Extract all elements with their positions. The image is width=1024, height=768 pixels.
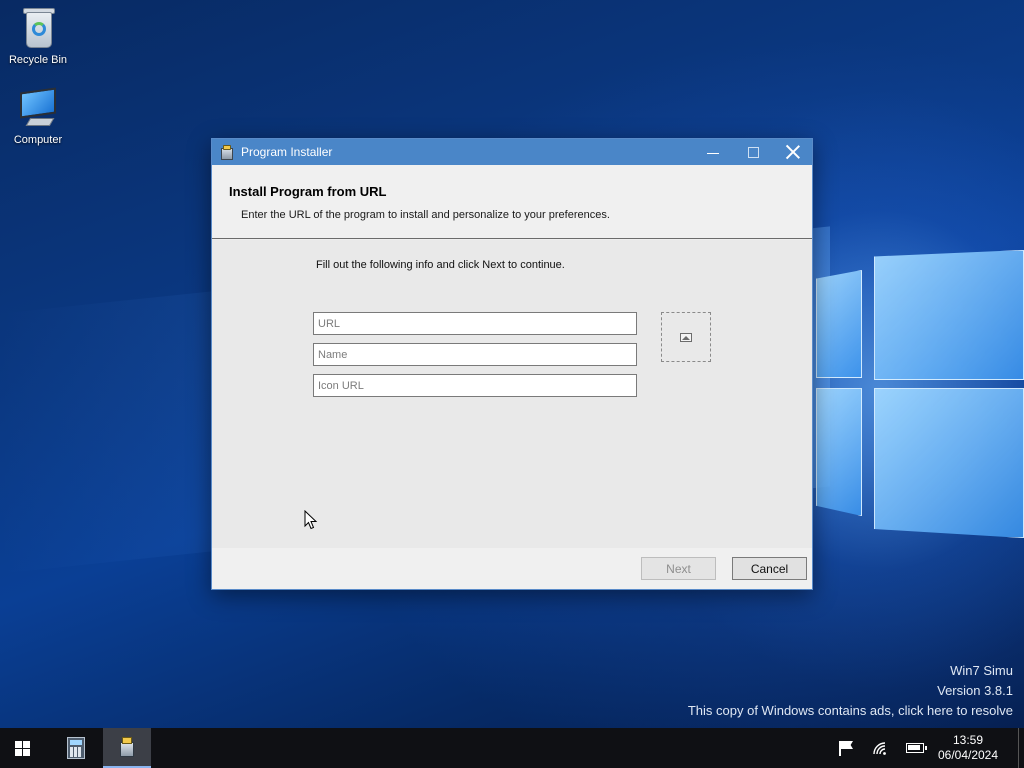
icon-url-input[interactable]	[314, 375, 636, 396]
watermark-version: Version 3.8.1	[937, 683, 1013, 698]
installer-icon	[220, 144, 234, 160]
program-installer-window: Program Installer Install Program from U…	[211, 138, 813, 590]
url-input[interactable]	[314, 313, 636, 334]
name-field[interactable]	[313, 343, 637, 366]
next-button[interactable]: Next	[641, 557, 716, 580]
close-button[interactable]	[773, 139, 813, 165]
window-title: Program Installer	[241, 145, 333, 159]
window-titlebar[interactable]: Program Installer	[212, 139, 812, 165]
image-placeholder-icon	[680, 332, 692, 342]
wallpaper-logo-pane	[874, 388, 1024, 538]
windows-start-icon	[14, 740, 30, 756]
taskbar-app-calculator[interactable]	[52, 728, 100, 768]
desktop-icon-recycle-bin[interactable]: Recycle Bin	[0, 6, 76, 66]
taskbar-app-program-installer[interactable]	[103, 728, 151, 768]
show-desktop-button[interactable]	[1018, 728, 1024, 768]
wizard-title: Install Program from URL	[229, 184, 387, 199]
wizard-subtitle: Enter the URL of the program to install …	[241, 209, 610, 221]
clock-time: 13:59	[952, 733, 984, 747]
icon-preview-box[interactable]	[661, 312, 711, 362]
close-icon	[786, 145, 800, 159]
maximize-icon	[747, 146, 759, 158]
name-input[interactable]	[314, 344, 636, 365]
battery-icon	[906, 743, 927, 753]
desktop-icon-label: Computer	[13, 134, 63, 146]
taskbar-clock[interactable]: 13:59 06/04/2024	[928, 728, 1008, 768]
wallpaper-logo-pane	[816, 388, 862, 516]
wifi-icon	[873, 742, 886, 755]
taskbar: 13:59 06/04/2024	[0, 728, 1024, 768]
tray-network[interactable]	[868, 728, 892, 768]
wallpaper-logo-pane	[874, 250, 1024, 380]
watermark-notice[interactable]: This copy of Windows contains ads, click…	[688, 701, 1013, 721]
minimize-icon	[707, 152, 719, 154]
desktop-icon-computer[interactable]: Computer	[0, 86, 76, 146]
installer-icon	[118, 736, 136, 758]
tray-action-center[interactable]	[834, 728, 858, 768]
clock-date: 06/04/2024	[937, 748, 999, 762]
computer-icon	[16, 86, 60, 130]
tray-battery[interactable]	[902, 728, 928, 768]
wizard-header: Install Program from URL Enter the URL o…	[212, 165, 812, 239]
instructions-text: Fill out the following info and click Ne…	[316, 259, 565, 271]
url-field[interactable]	[313, 312, 637, 335]
wallpaper-logo-pane	[816, 270, 862, 378]
cancel-button[interactable]: Cancel	[732, 557, 807, 580]
flag-icon	[838, 740, 854, 756]
icon-url-field[interactable]	[313, 374, 637, 397]
minimize-button[interactable]	[693, 139, 733, 165]
wizard-content: Fill out the following info and click Ne…	[212, 240, 812, 548]
maximize-button[interactable]	[733, 139, 773, 165]
activation-watermark[interactable]: Win7 Simu Version 3.8.1 This copy of Win…	[688, 661, 1013, 721]
wizard-footer: Next Cancel	[212, 548, 812, 589]
recycle-bin-icon	[16, 6, 60, 50]
mouse-cursor-icon	[304, 510, 318, 530]
desktop-icon-label: Recycle Bin	[8, 54, 68, 66]
start-button[interactable]	[0, 728, 44, 768]
watermark-product: Win7 Simu	[950, 663, 1013, 678]
calculator-icon	[67, 737, 85, 759]
